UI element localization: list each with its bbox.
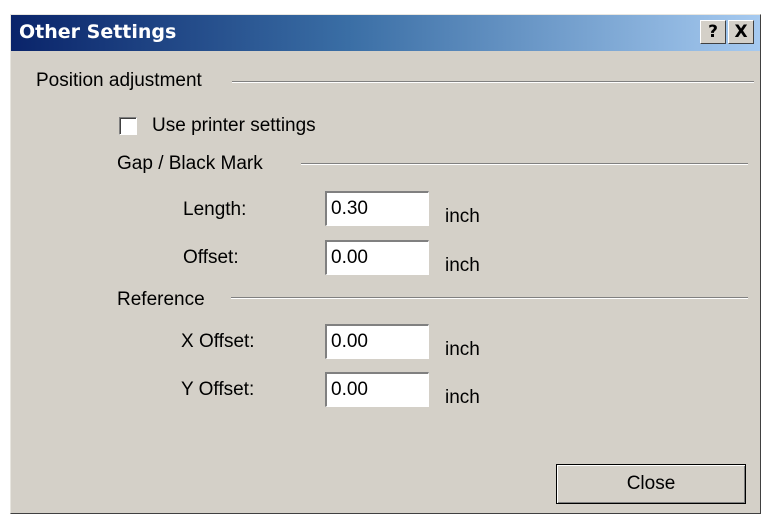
reference-label: Reference bbox=[117, 289, 205, 310]
offset-input[interactable] bbox=[325, 240, 429, 275]
offset-label: Offset: bbox=[183, 247, 239, 268]
y-offset-unit: inch bbox=[445, 387, 480, 408]
close-button-label: Close bbox=[626, 473, 676, 494]
use-printer-settings-label[interactable]: Use printer settings bbox=[152, 115, 316, 137]
y-offset-input[interactable] bbox=[325, 372, 429, 407]
gap-black-mark-label: Gap / Black Mark bbox=[117, 153, 263, 174]
gap-black-mark-divider bbox=[301, 163, 748, 165]
close-button[interactable]: Close bbox=[556, 464, 746, 504]
x-offset-input[interactable] bbox=[325, 324, 429, 359]
dialog-title: Other Settings bbox=[19, 21, 177, 43]
length-unit: inch bbox=[445, 206, 480, 227]
question-mark-icon: ? bbox=[708, 22, 718, 42]
use-printer-settings-checkbox[interactable] bbox=[119, 117, 137, 135]
y-offset-label: Y Offset: bbox=[181, 379, 255, 400]
x-offset-unit: inch bbox=[445, 339, 480, 360]
title-bar[interactable]: Other Settings ? X bbox=[11, 15, 760, 51]
offset-unit: inch bbox=[445, 255, 480, 276]
position-adjustment-divider bbox=[232, 81, 754, 83]
length-label: Length: bbox=[183, 199, 247, 220]
length-input[interactable] bbox=[325, 191, 429, 226]
x-offset-label: X Offset: bbox=[181, 331, 255, 352]
position-adjustment-label: Position adjustment bbox=[36, 70, 202, 91]
help-button[interactable]: ? bbox=[700, 20, 726, 44]
close-icon: X bbox=[734, 22, 748, 42]
reference-divider bbox=[231, 297, 748, 299]
title-close-button[interactable]: X bbox=[728, 20, 754, 44]
other-settings-dialog: Other Settings ? X Position adjustment U… bbox=[10, 14, 761, 514]
